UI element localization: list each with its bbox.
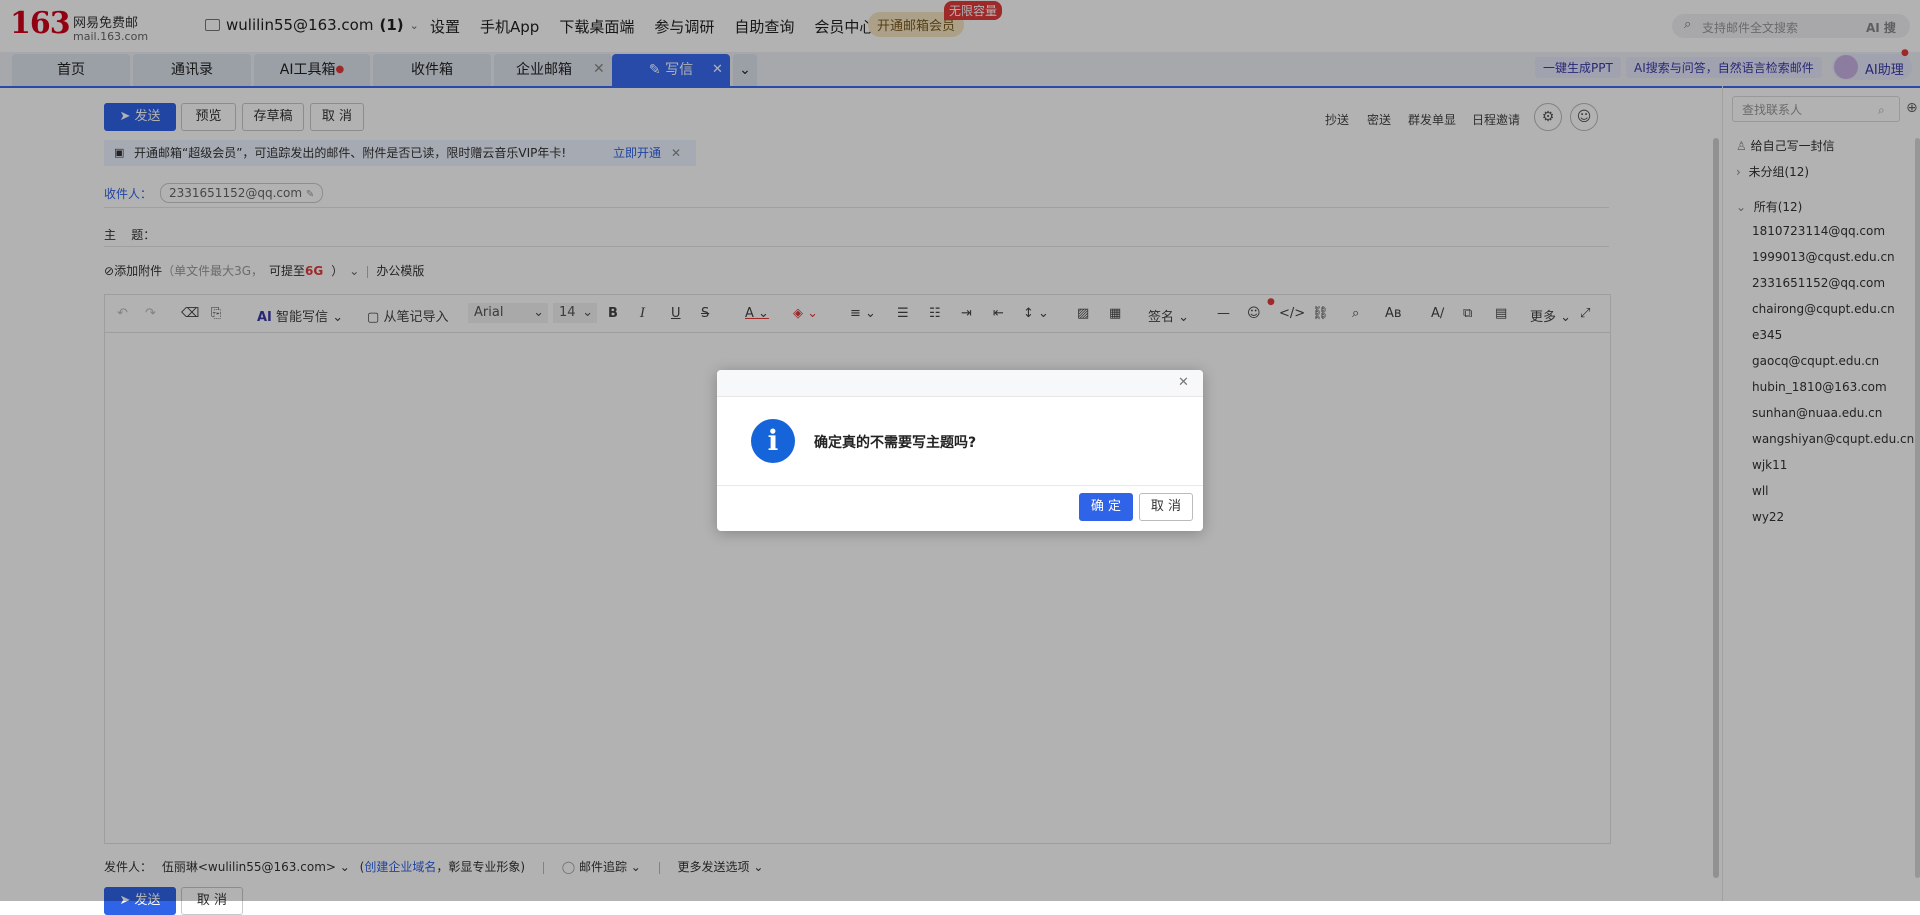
dialog-title-bar bbox=[717, 370, 1203, 397]
divider bbox=[717, 485, 1203, 486]
info-icon: i bbox=[751, 419, 795, 463]
close-icon[interactable]: ✕ bbox=[1178, 375, 1189, 390]
dialog-message: 确定真的不需要写主题吗? bbox=[814, 435, 977, 451]
confirm-ok-button[interactable]: 确 定 bbox=[1079, 493, 1133, 521]
confirm-dialog: ✕ i 确定真的不需要写主题吗? 确 定 取 消 bbox=[717, 370, 1203, 531]
confirm-cancel-button[interactable]: 取 消 bbox=[1139, 493, 1193, 521]
